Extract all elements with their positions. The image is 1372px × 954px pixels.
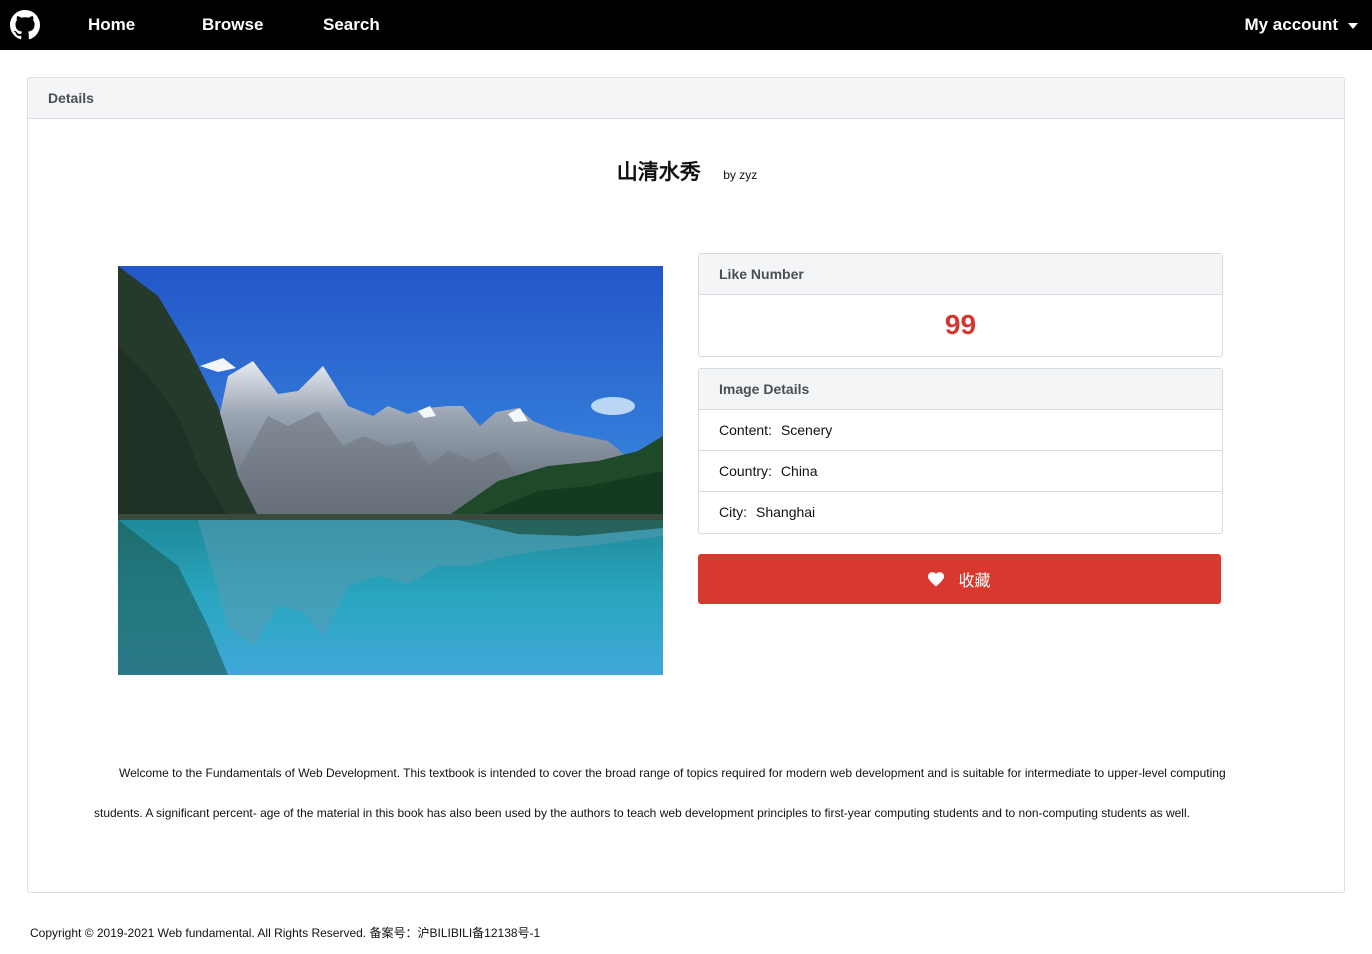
detail-label: City:	[719, 504, 747, 520]
detail-row-content: Content: Scenery	[699, 410, 1222, 451]
detail-value: China	[780, 463, 818, 479]
my-account-label: My account	[1244, 15, 1338, 34]
details-card: Details 山清水秀 by zyz Like Number 99 Image…	[27, 77, 1345, 893]
top-navbar: Home Browse Search My account	[0, 0, 1372, 50]
nav-search-link[interactable]: Search	[323, 15, 380, 35]
detail-value: Scenery	[780, 422, 833, 438]
detail-label: Country:	[719, 463, 772, 479]
landscape-image	[118, 266, 663, 675]
caret-down-icon	[1348, 23, 1358, 29]
heart-icon	[928, 571, 945, 586]
image-details-header: Image Details	[699, 369, 1222, 410]
image-author: by zyz	[723, 168, 758, 182]
favorite-button[interactable]: 收藏	[698, 554, 1221, 604]
scenery-photo	[118, 266, 663, 675]
detail-row-country: Country: China	[699, 451, 1222, 492]
like-count: 99	[944, 309, 977, 340]
like-number-panel: Like Number 99	[698, 253, 1223, 357]
like-number-header: Like Number	[699, 254, 1222, 295]
image-details-panel: Image Details Content: Scenery Country: Ch…	[698, 368, 1223, 534]
nav-browse-link[interactable]: Browse	[202, 15, 263, 35]
github-icon[interactable]	[10, 10, 40, 40]
nav-home-link[interactable]: Home	[88, 15, 135, 35]
image-title: 山清水秀	[616, 161, 701, 184]
my-account-dropdown[interactable]: My account	[1244, 15, 1358, 35]
footer-copyright: Copyright © 2019-2021 Web fundamental. A…	[30, 926, 541, 940]
image-description: Welcome to the Fundamentals of Web Devel…	[94, 766, 1226, 820]
favorite-label: 收藏	[958, 573, 991, 590]
detail-label: Content:	[719, 422, 772, 438]
detail-row-city: City: Shanghai	[699, 492, 1222, 533]
card-header: Details	[28, 78, 1344, 119]
detail-value: Shanghai	[756, 504, 816, 520]
title-row: 山清水秀 by zyz	[28, 156, 1346, 186]
